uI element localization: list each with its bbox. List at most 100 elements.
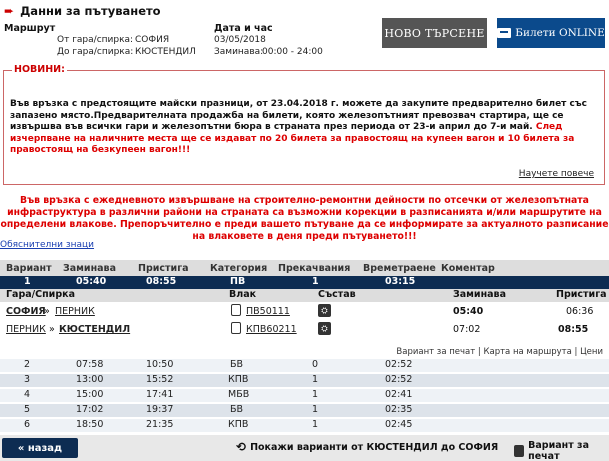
cell-depart: 05:40 bbox=[76, 276, 107, 287]
cell-category: МБВ bbox=[228, 389, 250, 400]
table-row[interactable]: 5 17:02 19:37 БВ 1 02:35 bbox=[0, 404, 609, 417]
cell-category: КПВ bbox=[228, 419, 249, 430]
news-legend: НОВИНИ: bbox=[12, 64, 67, 75]
detail-col-arrive: Пристига bbox=[556, 289, 607, 300]
cell-arrive: 21:35 bbox=[146, 419, 174, 430]
cell-depart: 13:00 bbox=[76, 374, 104, 385]
cell-variant: 6 bbox=[24, 419, 31, 430]
cell-depart: 15:00 bbox=[76, 389, 104, 400]
learn-more-link[interactable]: Научете повече bbox=[519, 169, 594, 179]
station-from-link[interactable]: СОФИЯ bbox=[6, 306, 46, 317]
station-to-link[interactable]: КЮСТЕНДИЛ bbox=[59, 324, 130, 335]
route-label: Маршрут bbox=[4, 23, 56, 34]
detail-links[interactable]: Вариант за печат | Карта на маршрута | Ц… bbox=[396, 347, 603, 357]
cell-arrive: 10:50 bbox=[146, 359, 174, 370]
cell-duration: 02:35 bbox=[385, 404, 413, 415]
train-link[interactable]: ПВ50111 bbox=[246, 306, 290, 317]
variant-detail: Гара/Спирка Влак Състав Заминава Пристиг… bbox=[0, 289, 609, 344]
cell-category: БВ bbox=[230, 404, 244, 415]
composition-icon[interactable]: ⛭ bbox=[318, 304, 331, 317]
detail-col-depart: Заминава bbox=[453, 289, 506, 300]
detail-depart: 05:40 bbox=[453, 306, 484, 317]
reverse-route-button[interactable]: ⟲ Покажи варианти от КЮСТЕНДИЛ до СОФИЯ bbox=[236, 440, 498, 454]
table-row[interactable]: 2 07:58 10:50 БВ 0 02:52 bbox=[0, 359, 609, 372]
train-icon bbox=[231, 304, 241, 316]
detail-arrive: 08:55 bbox=[558, 324, 589, 335]
col-variant: Вариант bbox=[6, 263, 52, 274]
cell-arrive: 08:55 bbox=[146, 276, 177, 287]
table-row[interactable]: 4 15:00 17:41 МБВ 1 02:41 bbox=[0, 389, 609, 402]
col-transfers: Прекачвания bbox=[278, 263, 351, 274]
online-tickets-button[interactable]: Билети ONLINE bbox=[497, 18, 605, 48]
cell-transfers: 1 bbox=[312, 404, 319, 415]
col-comment: Коментар bbox=[441, 263, 495, 274]
legend-link[interactable]: Обяснителни знаци bbox=[0, 240, 94, 250]
cell-transfers: 1 bbox=[312, 374, 319, 385]
cell-transfers: 1 bbox=[312, 419, 319, 430]
cell-depart: 18:50 bbox=[76, 419, 104, 430]
cell-duration: 02:52 bbox=[385, 359, 413, 370]
detail-line: ПЕРНИК » КЮСТЕНДИЛ КПВ60211 ⛭ 07:02 08:5… bbox=[0, 321, 609, 339]
cell-category: ПВ bbox=[230, 276, 246, 287]
table-row[interactable]: 6 18:50 21:35 КПВ 1 02:45 bbox=[0, 419, 609, 432]
detail-depart: 07:02 bbox=[453, 324, 481, 335]
detail-line: СОФИЯ » ПЕРНИК ПВ50111 ⛭ 05:40 06:36 bbox=[0, 303, 609, 321]
cell-variant: 5 bbox=[24, 404, 31, 415]
cell-category: БВ bbox=[230, 359, 244, 370]
cell-depart: 17:02 bbox=[76, 404, 104, 415]
detail-col-train: Влак bbox=[229, 289, 257, 300]
col-depart: Заминава bbox=[63, 263, 116, 274]
separator: » bbox=[44, 306, 50, 317]
online-tickets-label: Билети ONLINE bbox=[515, 27, 605, 39]
cell-depart: 07:58 bbox=[76, 359, 104, 370]
date-value: 03/05/2018 bbox=[214, 35, 266, 45]
reverse-icon: ⟲ bbox=[236, 440, 247, 454]
page-title: ➨ Данни за пътуването bbox=[4, 4, 161, 18]
from-value: СОФИЯ bbox=[135, 35, 170, 45]
train-icon bbox=[231, 322, 241, 334]
detail-col-station: Гара/Спирка bbox=[6, 289, 75, 300]
to-value: КЮСТЕНДИЛ bbox=[135, 47, 196, 57]
datetime-label: Дата и час bbox=[214, 23, 273, 34]
cell-transfers: 0 bbox=[312, 359, 319, 370]
news-box: НОВИНИ: Във връзка с предстоящите майски… bbox=[3, 64, 605, 185]
cell-duration: 02:52 bbox=[385, 374, 413, 385]
col-arrive: Пристига bbox=[138, 263, 189, 274]
cell-category: КПВ bbox=[228, 374, 249, 385]
arrow-icon: ➨ bbox=[4, 4, 15, 18]
cell-variant: 2 bbox=[24, 359, 31, 370]
from-label: От гара/спирка: bbox=[57, 35, 134, 45]
station-to-link[interactable]: ПЕРНИК bbox=[55, 306, 95, 317]
cell-duration: 03:15 bbox=[385, 276, 416, 287]
cell-variant: 1 bbox=[24, 276, 31, 287]
print-variant-label: Вариант за печат bbox=[528, 440, 589, 461]
reverse-route-label: Покажи варианти от КЮСТЕНДИЛ до СОФИЯ bbox=[250, 441, 499, 453]
train-link[interactable]: КПВ60211 bbox=[246, 324, 297, 335]
cell-duration: 02:41 bbox=[385, 389, 413, 400]
print-icon bbox=[514, 445, 525, 457]
to-label: До гара/спирка: bbox=[57, 47, 134, 57]
results-header: Вариант Заминава Пристига Категория Прек… bbox=[0, 260, 609, 276]
detail-arrive: 06:36 bbox=[566, 306, 594, 317]
cell-arrive: 19:37 bbox=[146, 404, 174, 415]
station-from-link[interactable]: ПЕРНИК bbox=[6, 324, 46, 335]
construction-warning: Във връзка с ежедневното извършване на с… bbox=[0, 195, 609, 242]
detail-header: Гара/Спирка Влак Състав Заминава Пристиг… bbox=[0, 289, 609, 302]
depart-value: 00:00 - 24:00 bbox=[262, 47, 323, 57]
table-row[interactable]: 3 13:00 15:52 КПВ 1 02:52 bbox=[0, 374, 609, 387]
footer-bar: « назад ⟲ Покажи варианти от КЮСТЕНДИЛ д… bbox=[0, 435, 609, 461]
cell-variant: 4 bbox=[24, 389, 31, 400]
composition-icon[interactable]: ⛭ bbox=[318, 322, 331, 335]
print-variant-button[interactable]: Вариант за печат bbox=[514, 440, 609, 461]
separator: » bbox=[49, 324, 55, 335]
new-search-button[interactable]: НОВО ТЪРСЕНЕ bbox=[382, 18, 487, 48]
col-duration: Времетраене bbox=[363, 263, 436, 274]
back-button[interactable]: « назад bbox=[2, 438, 78, 458]
news-body: Във връзка с предстоящите майски празниц… bbox=[10, 99, 587, 132]
detail-col-composition: Състав bbox=[318, 289, 356, 300]
cell-variant: 3 bbox=[24, 374, 31, 385]
cell-transfers: 1 bbox=[312, 389, 319, 400]
page-title-text: Данни за пътуването bbox=[20, 4, 161, 18]
col-category: Категория bbox=[210, 263, 268, 274]
table-row-selected[interactable]: 1 05:40 08:55 ПВ 1 03:15 bbox=[0, 276, 609, 289]
